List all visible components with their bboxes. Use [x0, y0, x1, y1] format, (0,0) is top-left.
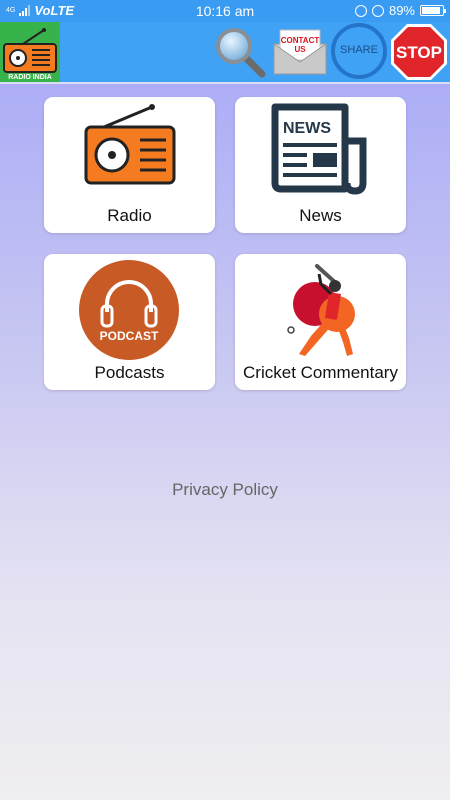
card-label-radio: Radio: [107, 206, 152, 225]
podcast-icon: PODCAST: [79, 260, 179, 360]
contact-label: CONTACT US: [280, 36, 320, 54]
radio-icon: [84, 104, 176, 185]
card-podcasts[interactable]: PODCAST Podcasts: [44, 254, 215, 390]
contact-label-line2: US: [294, 45, 306, 54]
status-bar: 4G VoLTE 10:16 am 89%: [0, 0, 450, 22]
newspaper-icon: NEWS: [271, 103, 367, 195]
stop-button[interactable]: STOP: [390, 23, 448, 81]
lock-rotation-icon: [371, 4, 384, 17]
app-logo: RADIO INDIA: [0, 22, 60, 82]
card-radio[interactable]: Radio: [44, 97, 215, 233]
share-button[interactable]: SHARE: [331, 23, 387, 79]
cricket-batsman-icon: [287, 264, 355, 356]
card-cricket-commentary[interactable]: Cricket Commentary: [235, 254, 406, 390]
logo-text: RADIO INDIA: [8, 74, 52, 81]
radio-logo-icon: [3, 28, 57, 73]
status-right: 89%: [354, 3, 446, 18]
contact-label-line1: CONTACT: [280, 36, 320, 45]
search-icon: [216, 28, 266, 78]
battery-icon: [420, 5, 446, 16]
stop-label: STOP: [396, 43, 442, 62]
battery-percent: 89%: [388, 3, 415, 18]
card-news[interactable]: NEWS News: [235, 97, 406, 233]
share-label: SHARE: [340, 44, 378, 56]
contact-us-button[interactable]: CONTACT US: [272, 28, 328, 76]
privacy-policy-link[interactable]: Privacy Policy: [0, 480, 450, 500]
card-label-cricket-commentary: Cricket Commentary: [243, 363, 398, 382]
card-label-news: News: [299, 206, 342, 225]
app-toolbar: RADIO INDIA CONTACT US SHARE STOP: [0, 22, 450, 84]
podcast-icon-text: PODCAST: [100, 329, 159, 343]
battery-fill: [422, 7, 440, 14]
card-label-podcasts: Podcasts: [94, 363, 165, 382]
vibrate-icon: [354, 4, 367, 17]
search-button[interactable]: [212, 24, 268, 80]
svg-text:NEWS: NEWS: [283, 120, 331, 137]
